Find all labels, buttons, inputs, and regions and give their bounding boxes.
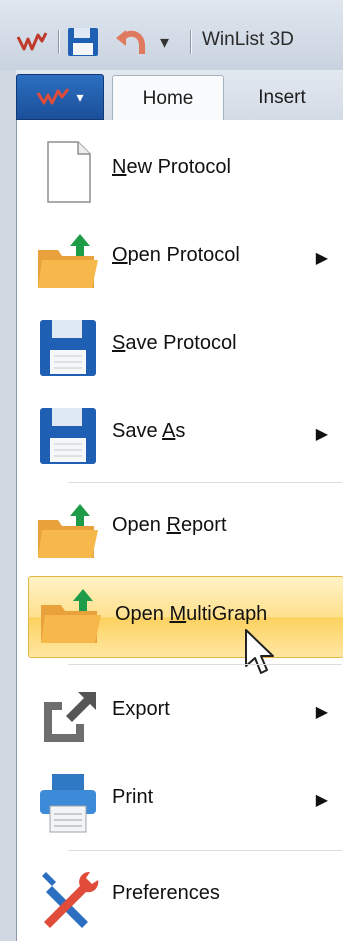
- title-bar: ▾ WinList 3D: [0, 0, 343, 71]
- menu-item-label: Save Protocol: [112, 332, 237, 354]
- menu-item-open-multigraph[interactable]: Open MultiGraph: [28, 576, 343, 658]
- menu-item-label: Open Protocol: [112, 244, 240, 266]
- open-folder-icon: [36, 498, 100, 562]
- menu-item-label: Preferences: [112, 882, 220, 904]
- submenu-arrow-icon: ▶: [315, 426, 328, 443]
- new-document-icon: [36, 140, 100, 204]
- tools-icon: [36, 866, 100, 930]
- printer-icon: [36, 770, 100, 834]
- menu-item-label: Open MultiGraph: [115, 603, 268, 625]
- menu-item-export[interactable]: Export ▶: [26, 676, 342, 752]
- menu-divider: [68, 482, 342, 483]
- app-logo-icon[interactable]: [16, 24, 48, 60]
- menu-item-new-protocol[interactable]: New Protocol: [26, 134, 342, 210]
- menu-item-label: Save As: [112, 420, 186, 442]
- save-icon[interactable]: [66, 24, 100, 60]
- left-frame: [0, 70, 16, 941]
- save-as-icon: [36, 404, 100, 468]
- tab-insert[interactable]: Insert: [236, 76, 328, 120]
- window-title: WinList 3D: [202, 29, 294, 50]
- submenu-arrow-icon: ▶: [315, 792, 328, 809]
- menu-item-save-as[interactable]: Save As ▶: [26, 398, 342, 474]
- chevron-down-icon: ▾: [76, 88, 84, 105]
- menu-item-save-protocol[interactable]: Save Protocol: [26, 310, 342, 386]
- menu-item-open-report[interactable]: Open Report: [26, 492, 342, 568]
- application-menu-button[interactable]: ▾: [16, 74, 104, 120]
- submenu-arrow-icon: ▶: [315, 250, 328, 267]
- menu-item-preferences[interactable]: Preferences: [26, 860, 342, 936]
- save-icon: [36, 316, 100, 380]
- menu-divider: [68, 850, 342, 851]
- open-folder-icon: [39, 583, 103, 647]
- menu-item-print[interactable]: Print ▶: [26, 764, 342, 840]
- menu-divider: [68, 664, 342, 665]
- tab-home[interactable]: Home: [112, 75, 224, 122]
- open-folder-icon: [36, 228, 100, 292]
- menu-item-label: New Protocol: [112, 156, 231, 178]
- menu-item-label: Print: [112, 786, 154, 808]
- undo-icon[interactable]: [114, 24, 150, 60]
- export-icon: [36, 682, 100, 746]
- mouse-cursor-icon: [244, 628, 276, 681]
- menu-item-open-protocol[interactable]: Open Protocol ▶: [26, 222, 342, 298]
- menu-item-label: Export: [112, 698, 170, 720]
- customize-qa-icon[interactable]: ▾: [160, 24, 169, 60]
- submenu-arrow-icon: ▶: [315, 704, 328, 721]
- menu-item-label: Open Report: [112, 514, 227, 536]
